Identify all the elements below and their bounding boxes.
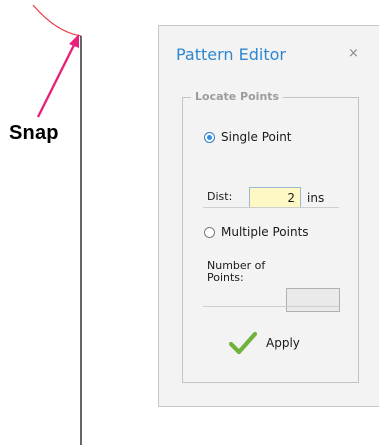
- multiple-points-option[interactable]: Multiple Points: [204, 225, 309, 239]
- multiple-points-label: Multiple Points: [221, 225, 309, 239]
- number-of-points-input[interactable]: [286, 288, 340, 312]
- locate-points-legend: Locate Points: [191, 90, 284, 104]
- snap-label: Snap: [9, 122, 59, 144]
- dist-unit-label: ins: [307, 191, 325, 205]
- single-point-radio[interactable]: [204, 131, 215, 143]
- dialog-title: Pattern Editor: [176, 45, 286, 64]
- apply-label: Apply: [266, 336, 300, 350]
- checkmark-icon: [229, 331, 257, 355]
- pattern-curve: [32, 4, 82, 37]
- multiple-points-radio[interactable]: [204, 226, 215, 238]
- section-divider-2: [203, 306, 339, 307]
- close-button[interactable]: ×: [348, 47, 359, 60]
- section-divider-1: [203, 207, 339, 208]
- number-of-points-label-line2: Points:: [207, 271, 244, 284]
- dist-label: Dist:: [207, 190, 233, 203]
- dist-input[interactable]: [249, 187, 301, 208]
- apply-button[interactable]: Apply: [229, 326, 313, 360]
- single-point-option[interactable]: Single Point: [204, 130, 292, 144]
- snap-arrow: [36, 34, 79, 118]
- pattern-editor-dialog: Pattern Editor × Locate Points Single Po…: [158, 25, 379, 407]
- single-point-label: Single Point: [221, 130, 292, 144]
